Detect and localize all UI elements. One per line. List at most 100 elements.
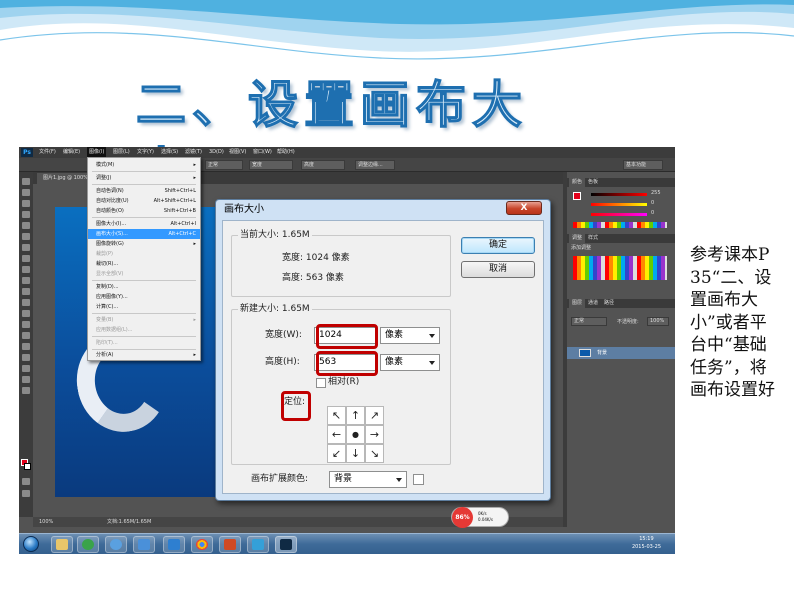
taskbar-explorer[interactable]	[51, 536, 73, 553]
menu-item-analysis[interactable]: 分析(A) ▸	[88, 350, 200, 360]
menu-item-auto-color[interactable]: 自动颜色(O) Shift+Ctrl+B	[88, 206, 200, 216]
healing-tool-icon[interactable]	[22, 244, 30, 251]
image-menu-dropdown: 模式(M) ▸ 调整(J) ▸ 自动色调(N) Shift+Ctrl+L 自动对比度(…	[87, 157, 201, 361]
taskbar-browser[interactable]	[77, 536, 99, 553]
text-tool-icon[interactable]	[22, 343, 30, 350]
menu-item-mode[interactable]: 模式(M) ▸	[88, 160, 200, 170]
relative-checkbox[interactable]	[316, 378, 326, 388]
hand-tool-icon[interactable]	[22, 376, 30, 383]
tab-channels[interactable]: 通道	[585, 299, 601, 308]
red-slider[interactable]	[591, 193, 647, 196]
workspace-select[interactable]: 基本功能	[623, 160, 663, 170]
gradient-tool-icon[interactable]	[22, 299, 30, 306]
quick-mask-icon[interactable]	[22, 478, 30, 485]
tab-paths[interactable]: 路径	[601, 299, 617, 308]
menu-edit[interactable]: 编辑(E)	[63, 147, 80, 158]
screen-mode-icon[interactable]	[22, 490, 30, 497]
menu-item-image-rotation[interactable]: 图像旋转(G) ▸	[88, 239, 200, 249]
refine-edge-button[interactable]: 调整边缘...	[355, 160, 395, 170]
tab-swatches[interactable]: 色板	[585, 178, 601, 187]
menu-item-adjustments[interactable]: 调整(J) ▸	[88, 173, 200, 183]
tab-color[interactable]: 颜色	[569, 178, 586, 187]
anchor-bottom-right[interactable]: ↘	[365, 444, 384, 463]
zoom-level[interactable]: 100%	[39, 517, 53, 527]
blue-slider[interactable]	[591, 213, 647, 216]
menu-file[interactable]: 文件(F)	[39, 147, 56, 158]
anchor-bottom[interactable]: ↓	[346, 444, 365, 463]
lasso-tool-icon[interactable]	[22, 200, 30, 207]
tab-adjustments[interactable]: 调整	[569, 234, 586, 243]
color-ramp[interactable]	[573, 222, 667, 228]
taskbar-app-4[interactable]	[133, 536, 155, 553]
green-slider[interactable]	[591, 203, 647, 206]
start-button-icon[interactable]	[23, 536, 39, 552]
menu-window[interactable]: 窗口(W)	[253, 147, 272, 158]
shape-tool-icon[interactable]	[22, 365, 30, 372]
height-field[interactable]: 高度	[301, 160, 345, 170]
ok-button[interactable]: 确定	[461, 237, 535, 254]
width-field[interactable]: 宽度	[249, 160, 293, 170]
menu-3d[interactable]: 3D(D)	[209, 147, 224, 158]
menu-view[interactable]: 视图(V)	[229, 147, 246, 158]
marquee-tool-icon[interactable]	[22, 189, 30, 196]
anchor-top-right[interactable]: ↗	[365, 406, 384, 425]
tab-styles[interactable]: 样式	[585, 234, 601, 243]
opacity-field[interactable]: 100%	[647, 317, 669, 326]
taskbar-app-5[interactable]	[163, 536, 185, 553]
taskbar-app-3[interactable]	[105, 536, 127, 553]
dialog-close-button[interactable]: X	[506, 201, 542, 215]
width-unit-select[interactable]: 像素	[380, 327, 440, 344]
menu-item-image-size[interactable]: 图像大小(I)... Alt+Ctrl+I	[88, 219, 200, 229]
menu-item-trap[interactable]: 陷印(T)...	[88, 338, 200, 348]
menu-item-canvas-size[interactable]: 画布大小(S)... Alt+Ctrl+C	[88, 229, 200, 239]
anchor-right[interactable]: →	[365, 425, 384, 444]
anchor-top-left[interactable]: ↖	[327, 406, 346, 425]
menu-item-auto-tone[interactable]: 自动色调(N) Shift+Ctrl+L	[88, 186, 200, 196]
height-unit-select[interactable]: 像素	[380, 354, 440, 371]
taskbar-powerpoint[interactable]	[219, 536, 241, 553]
dodge-tool-icon[interactable]	[22, 321, 30, 328]
pen-tool-icon[interactable]	[22, 332, 30, 339]
extension-color-select[interactable]: 背景	[329, 471, 407, 488]
brush-tool-icon[interactable]	[22, 255, 30, 262]
taskbar-chrome[interactable]	[191, 536, 213, 553]
menu-item-auto-contrast[interactable]: 自动对比度(U) Alt+Shift+Ctrl+L	[88, 196, 200, 206]
document-tab[interactable]: 图片1.jpg @ 100%	[37, 173, 94, 184]
menu-item-apply-data-set[interactable]: 应用数据组(L)...	[88, 325, 200, 335]
tray-clock[interactable]: 15:19 2015-03-25	[632, 535, 661, 551]
menu-help[interactable]: 帮助(H)	[277, 147, 295, 158]
zoom-tool-icon[interactable]	[22, 387, 30, 394]
anchor-left[interactable]: ←	[327, 425, 346, 444]
eraser-tool-icon[interactable]	[22, 288, 30, 295]
path-select-tool-icon[interactable]	[22, 354, 30, 361]
menu-item-duplicate[interactable]: 复制(D)...	[88, 282, 200, 292]
taskbar-app-8[interactable]	[247, 536, 269, 553]
adjustment-icons[interactable]	[573, 256, 667, 280]
layer-row-background[interactable]: 背景	[567, 347, 675, 359]
menu-item-reveal-all[interactable]: 显示全部(V)	[88, 269, 200, 279]
menu-item-apply-image[interactable]: 应用图像(Y)...	[88, 292, 200, 302]
style-select[interactable]: 正常	[205, 160, 243, 170]
quick-select-tool-icon[interactable]	[22, 211, 30, 218]
cancel-button[interactable]: 取消	[461, 261, 535, 278]
blur-tool-icon[interactable]	[22, 310, 30, 317]
extension-color-swatch[interactable]	[413, 474, 424, 485]
history-brush-tool-icon[interactable]	[22, 277, 30, 284]
blend-mode-select[interactable]: 正常	[571, 317, 607, 326]
anchor-center[interactable]: ●	[346, 425, 365, 444]
network-speed-widget[interactable]: 86% 0K/s 0.04K/s	[451, 507, 509, 528]
menu-item-calculations[interactable]: 计算(C)...	[88, 302, 200, 312]
anchor-bottom-left[interactable]: ↙	[327, 444, 346, 463]
eyedropper-tool-icon[interactable]	[22, 233, 30, 240]
taskbar-photoshop[interactable]	[275, 536, 297, 553]
menu-item-variables[interactable]: 变量(B) ▸	[88, 315, 200, 325]
color-fg-chip[interactable]	[573, 192, 581, 200]
move-tool-icon[interactable]	[22, 178, 30, 185]
stamp-tool-icon[interactable]	[22, 266, 30, 273]
tab-layers[interactable]: 图层	[569, 299, 586, 308]
menu-item-crop[interactable]: 裁剪(P)	[88, 249, 200, 259]
crop-tool-icon[interactable]	[22, 222, 30, 229]
background-color-swatch[interactable]	[24, 463, 31, 470]
anchor-top[interactable]: ↑	[346, 406, 365, 425]
menu-item-trim[interactable]: 裁切(R)...	[88, 259, 200, 269]
